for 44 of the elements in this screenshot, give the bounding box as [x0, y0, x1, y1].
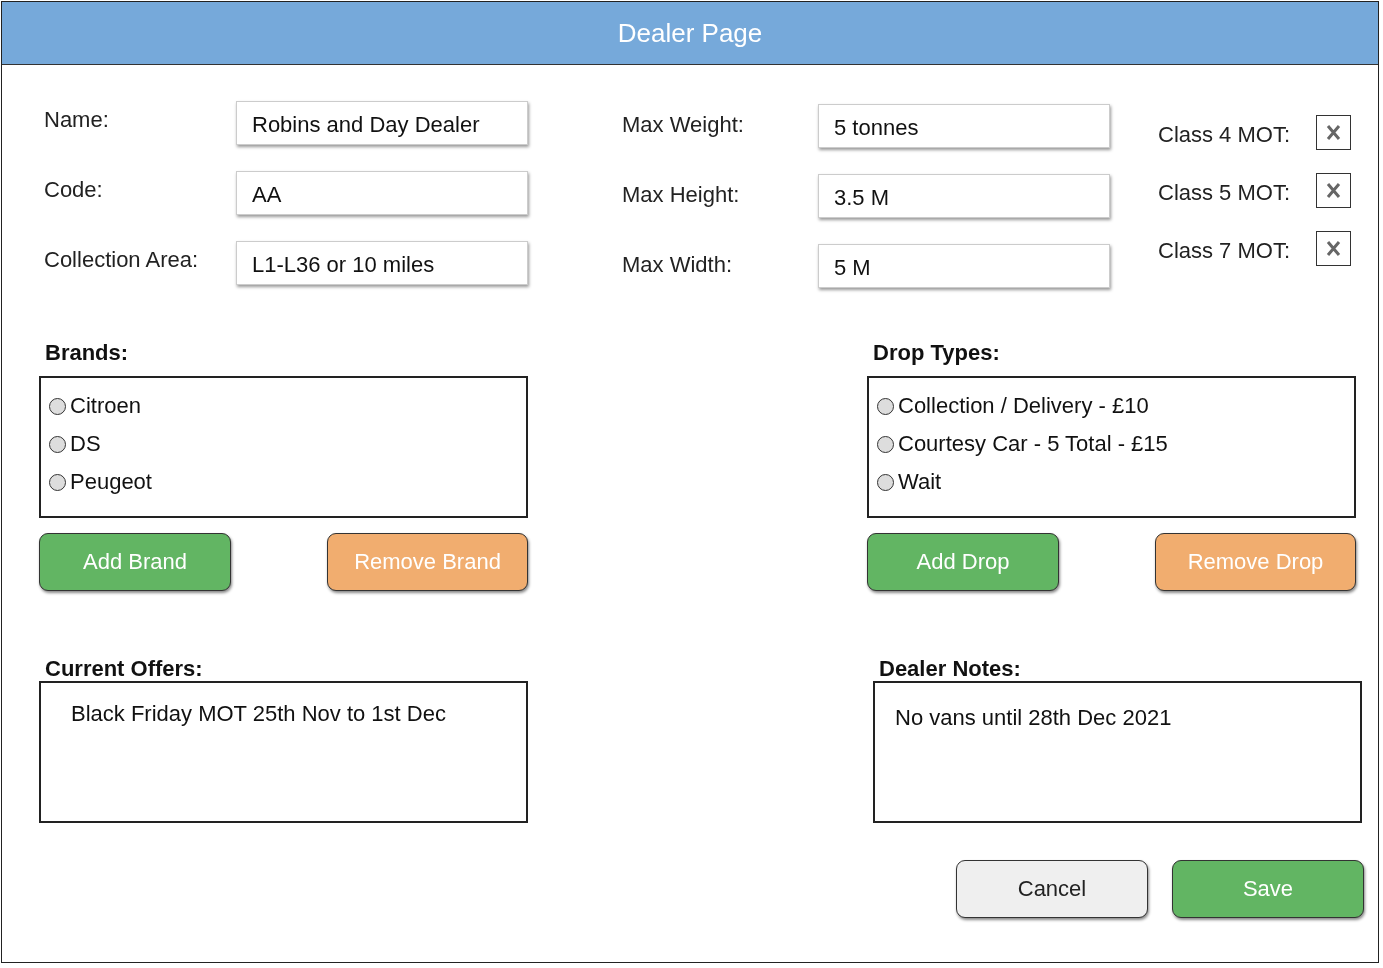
input-field[interactable]: L1-L36 or 10 miles	[236, 241, 528, 285]
radio-button[interactable]	[877, 397, 894, 415]
text-area[interactable]: Black Friday MOT 25th Nov to 1st Dec	[39, 681, 528, 823]
section-title: Current Offers:	[44, 656, 204, 681]
input-field[interactable]: 5 tonnes	[818, 104, 1110, 148]
radio-button[interactable]	[49, 435, 66, 453]
window-title: Dealer Page	[2, 2, 1378, 65]
field-label: Max Weight:	[622, 111, 745, 138]
radio-button[interactable]	[877, 473, 894, 491]
text-area[interactable]: No vans until 28th Dec 2021	[873, 681, 1362, 823]
option-label: DS	[70, 431, 101, 457]
option-label: Courtesy Car - 5 Total - £15	[898, 431, 1168, 457]
radio-button[interactable]	[877, 435, 894, 453]
radio-option[interactable]: Wait	[877, 469, 1346, 495]
field-label: Collection Area:	[44, 246, 200, 273]
checkbox[interactable]	[1316, 173, 1351, 208]
cancel-button[interactable]: Cancel	[956, 860, 1148, 918]
checkbox-label: Class 5 MOT:	[1158, 178, 1292, 206]
field-label: Max Height:	[622, 181, 741, 208]
section-title: Dealer Notes:	[878, 656, 1022, 681]
option-label: Collection / Delivery - £10	[898, 393, 1149, 419]
radio-option[interactable]: Courtesy Car - 5 Total - £15	[877, 431, 1346, 457]
input-field[interactable]: 5 M	[818, 244, 1110, 288]
radio-button[interactable]	[49, 473, 66, 491]
option-label: Wait	[898, 469, 942, 495]
input-field[interactable]: 3.5 M	[818, 174, 1110, 218]
option-label: Citroen	[70, 393, 141, 419]
field-label: Code:	[44, 176, 104, 203]
radio-option[interactable]: DS	[49, 431, 518, 457]
section-title: Drop Types:	[872, 340, 1001, 367]
radio-option[interactable]: Collection / Delivery - £10	[877, 393, 1346, 419]
checkbox[interactable]	[1316, 231, 1351, 266]
input-field[interactable]: Robins and Day Dealer	[236, 101, 528, 145]
radio-button[interactable]	[49, 397, 66, 415]
checkbox-label: Class 4 MOT:	[1158, 120, 1292, 148]
radio-option[interactable]: Peugeot	[49, 469, 518, 495]
checkbox-label: Class 7 MOT:	[1158, 236, 1292, 264]
input-field[interactable]: AA	[236, 171, 528, 215]
section-title: Brands:	[44, 340, 130, 367]
radio-option[interactable]: Citroen	[49, 393, 518, 419]
option-label: Peugeot	[70, 469, 152, 495]
field-label: Max Width:	[622, 251, 734, 278]
checkbox[interactable]	[1316, 115, 1351, 150]
field-label: Name:	[44, 106, 110, 133]
